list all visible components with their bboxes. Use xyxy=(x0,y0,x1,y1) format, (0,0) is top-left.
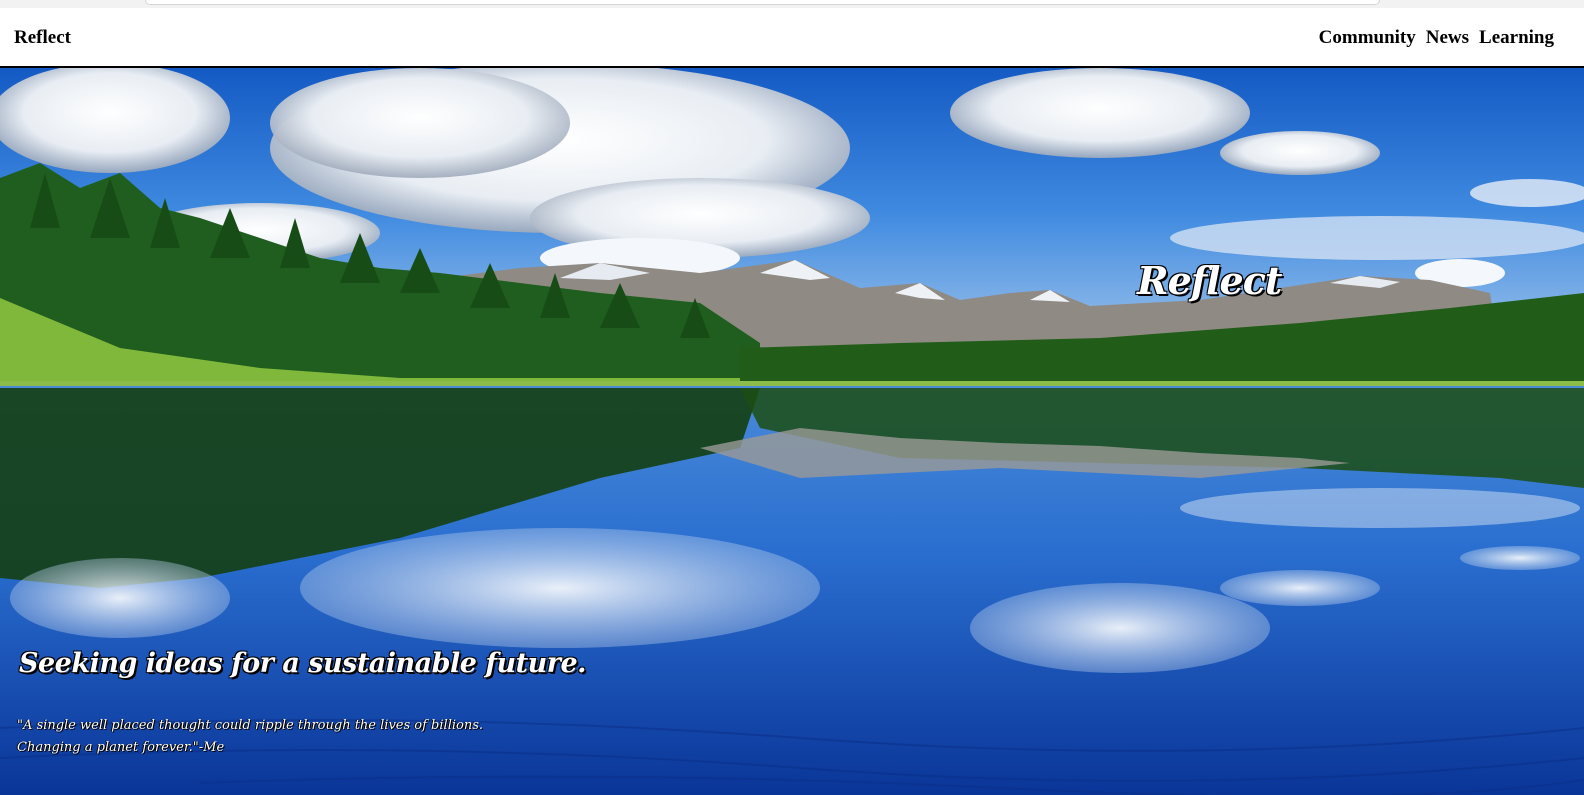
nav-community[interactable]: Community xyxy=(1319,27,1416,49)
nav-links: Community News Learning xyxy=(1319,27,1554,49)
brand-link[interactable]: Reflect xyxy=(14,27,71,49)
nav-news[interactable]: News xyxy=(1426,27,1469,49)
navbar: Reflect Community News Learning xyxy=(0,8,1584,68)
hero-tagline: Seeking ideas for a sustainable future. xyxy=(19,648,587,679)
lake-landscape-image xyxy=(0,68,1584,795)
nav-learning[interactable]: Learning xyxy=(1479,27,1554,49)
hero-quote: "A single well placed thought could ripp… xyxy=(17,718,484,755)
address-bar-edge[interactable] xyxy=(145,0,1380,5)
browser-top-strip xyxy=(0,0,1584,8)
hero-banner: Reflect Seeking ideas for a sustainable … xyxy=(0,68,1584,795)
hero-logo: Reflect xyxy=(1137,258,1282,303)
